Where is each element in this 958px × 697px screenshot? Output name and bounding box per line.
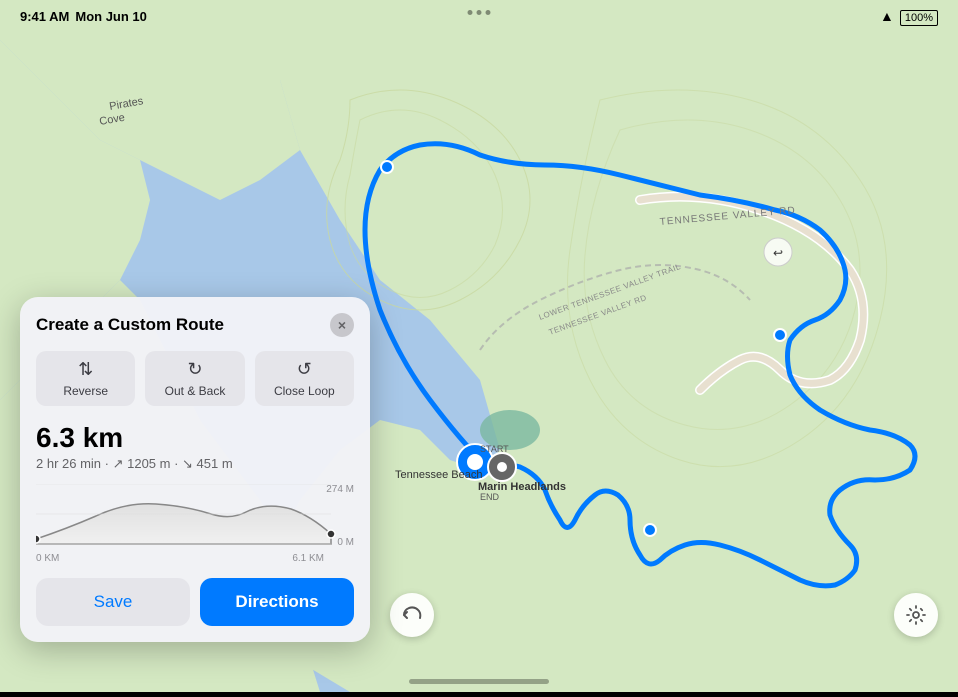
out-and-back-label: Out & Back	[165, 384, 226, 398]
status-bar-right: ▲ 100%	[880, 8, 938, 24]
undo-icon	[401, 604, 423, 626]
elevation-down: ↘ 451 m	[182, 456, 233, 471]
map-options-icon	[905, 604, 927, 626]
undo-button[interactable]	[390, 593, 434, 637]
stats-details: 2 hr 26 min · ↗ 1205 m · ↘ 451 m	[36, 456, 354, 472]
panel-title: Create a Custom Route	[36, 315, 224, 335]
save-button[interactable]: Save	[36, 578, 190, 626]
svg-text:Tennessee Beach: Tennessee Beach	[395, 469, 482, 481]
directions-button[interactable]: Directions	[200, 578, 354, 626]
status-bar-time-date: 9:41 AM Mon Jun 10	[20, 9, 147, 24]
close-loop-icon: ↺	[297, 359, 312, 380]
dot-3	[486, 10, 491, 15]
out-and-back-button[interactable]: ↻ Out & Back	[145, 351, 244, 406]
stats-section: 6.3 km 2 hr 26 min · ↗ 1205 m · ↘ 451 m	[36, 422, 354, 472]
dot-2	[477, 10, 482, 15]
action-buttons-row: ⇅ Reverse ↻ Out & Back ↺ Close Loop	[36, 351, 354, 406]
status-time: 9:41 AM	[20, 9, 69, 24]
reverse-button[interactable]: ⇅ Reverse	[36, 351, 135, 406]
elevation-chart: 274 M 0 M 0 KM 6.1 KM	[36, 484, 354, 564]
distance-display: 6.3 km	[36, 422, 354, 454]
chart-x-end: 6.1 KM	[292, 553, 324, 564]
svg-text:END: END	[480, 492, 500, 502]
close-button[interactable]: ×	[330, 313, 354, 337]
bottom-buttons: Save Directions	[36, 578, 354, 626]
status-date: Mon Jun 10	[75, 9, 147, 24]
svg-text:↩: ↩	[773, 246, 783, 260]
svg-text:START: START	[480, 444, 509, 454]
out-and-back-icon: ↻	[187, 359, 202, 380]
panel-header: Create a Custom Route ×	[36, 313, 354, 337]
wifi-icon: ▲	[880, 8, 894, 24]
elevation-svg	[36, 484, 346, 549]
map-options-button[interactable]	[894, 593, 938, 637]
status-bar: 9:41 AM Mon Jun 10 ▲ 100%	[0, 0, 958, 32]
elevation-up: ↗ 1205 m	[113, 456, 171, 471]
reverse-label: Reverse	[63, 384, 108, 398]
route-panel: Create a Custom Route × ⇅ Reverse ↻ Out …	[20, 297, 370, 642]
three-dots	[468, 10, 491, 15]
duration: 2 hr 26 min	[36, 456, 101, 471]
dot-1	[468, 10, 473, 15]
home-indicator	[409, 679, 549, 684]
chart-x-labels: 0 KM 6.1 KM	[36, 553, 324, 564]
close-loop-button[interactable]: ↺ Close Loop	[255, 351, 354, 406]
close-loop-label: Close Loop	[274, 384, 335, 398]
chart-x-start: 0 KM	[36, 553, 59, 564]
battery-icon: 100%	[900, 9, 938, 24]
reverse-icon: ⇅	[78, 359, 93, 380]
